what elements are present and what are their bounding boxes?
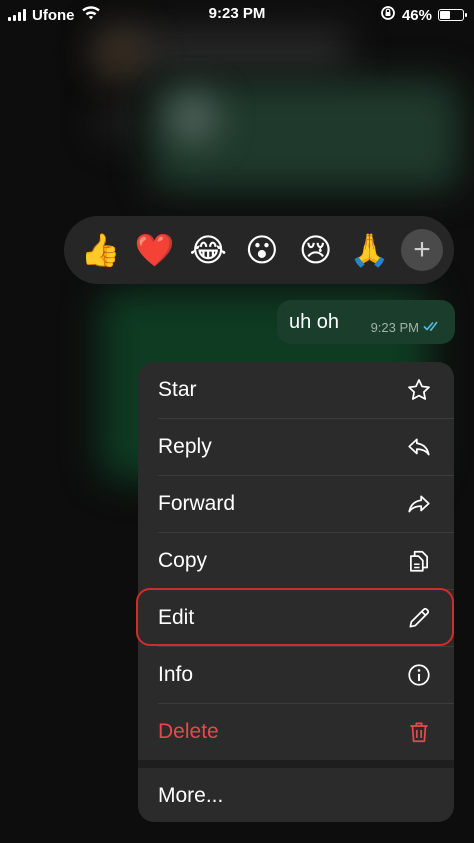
reply-icon xyxy=(406,434,432,460)
blurred-message-avatar xyxy=(170,95,216,141)
edit-highlight-annotation xyxy=(136,588,454,646)
thumbs-up-emoji[interactable]: 👍 xyxy=(79,234,123,266)
message-bubble[interactable]: uh oh 9:23 PM xyxy=(277,300,455,344)
menu-item-forward[interactable]: Forward xyxy=(138,476,454,532)
crying-emoji[interactable]: 😢 xyxy=(294,234,338,266)
menu-item-copy[interactable]: Copy xyxy=(138,533,454,589)
menu-item-label: Star xyxy=(158,378,197,401)
battery-percent: 46% xyxy=(401,6,432,24)
trash-icon xyxy=(406,719,432,745)
forward-icon xyxy=(406,491,432,517)
message-time: 9:23 PM xyxy=(370,320,419,335)
menu-item-more[interactable]: More... xyxy=(138,768,454,822)
menu-item-star[interactable]: Star xyxy=(138,362,454,418)
more-reactions-button[interactable]: + xyxy=(401,229,444,271)
star-icon xyxy=(406,377,432,403)
tears-of-joy-emoji[interactable]: 😂 xyxy=(186,234,230,266)
info-icon xyxy=(406,662,432,688)
copy-icon xyxy=(406,548,432,574)
menu-item-delete[interactable]: Delete xyxy=(138,704,454,760)
reaction-bar: 👍 ❤️ 😂 😮 😢 🙏 + xyxy=(64,216,454,284)
red-heart-emoji[interactable]: ❤️ xyxy=(133,234,177,266)
menu-item-label: Reply xyxy=(158,435,212,458)
menu-item-label: Forward xyxy=(158,492,236,515)
surprised-emoji[interactable]: 😮 xyxy=(240,234,284,266)
menu-item-label: Copy xyxy=(158,549,208,572)
double-check-icon xyxy=(423,320,441,335)
message-text: uh oh xyxy=(289,310,340,333)
battery-level xyxy=(440,11,450,19)
message-meta: 9:23 PM xyxy=(371,320,441,335)
battery-icon xyxy=(438,9,467,21)
menu-item-label: Info xyxy=(158,663,194,686)
menu-item-label: Delete xyxy=(158,720,219,743)
blurred-icon xyxy=(100,100,140,140)
status-right: 46% xyxy=(380,5,467,25)
menu-item-reply[interactable]: Reply xyxy=(138,419,454,475)
menu-item-label: More... xyxy=(158,784,224,807)
status-bar: Ufone 9:23 PM 46% xyxy=(0,0,474,28)
orientation-lock-icon xyxy=(380,5,396,25)
praying-hands-emoji[interactable]: 🙏 xyxy=(347,234,391,266)
blurred-avatar xyxy=(95,30,145,80)
menu-item-info[interactable]: Info xyxy=(138,647,454,703)
